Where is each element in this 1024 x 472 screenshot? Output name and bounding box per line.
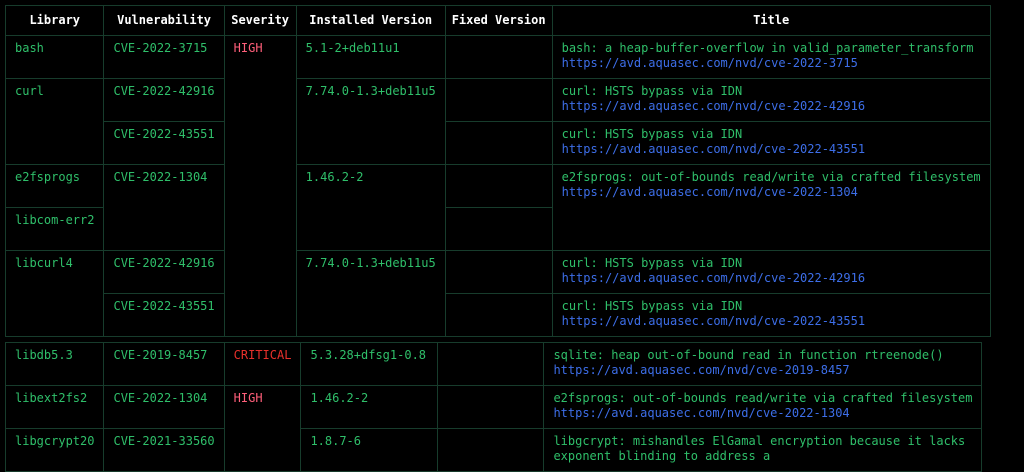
library-cell: libgcrypt20	[4, 428, 105, 472]
title-text: curl: HSTS bypass via IDN	[561, 84, 743, 98]
fixed-version-cell	[444, 293, 553, 337]
severity-cell: HIGH	[223, 35, 297, 337]
cve-link[interactable]: https://avd.aquasec.com/nvd/cve-2022-429…	[562, 99, 981, 114]
fixed-version-cell	[444, 164, 553, 208]
vulnerability-cell: CVE-2022-1304	[103, 385, 225, 429]
cve-link[interactable]: https://avd.aquasec.com/nvd/cve-2022-435…	[562, 142, 981, 157]
installed-version-cell: 7.74.0-1.3+deb11u5	[295, 250, 446, 337]
table-header-row: Library Vulnerability Severity Installed…	[4, 5, 991, 36]
fixed-version-cell	[444, 250, 553, 294]
installed-version-cell: 5.1-2+deb11u1	[295, 35, 446, 79]
library-cell: e2fsprogs	[4, 164, 105, 208]
fixed-version-cell	[444, 207, 553, 251]
header-severity[interactable]: Severity	[223, 5, 297, 36]
vulnerability-cell: CVE-2022-1304	[103, 164, 225, 251]
library-cell: curl	[4, 78, 105, 165]
vulnerability-cell: CVE-2022-3715	[103, 35, 225, 79]
title-text: bash: a heap-buffer-overflow in valid_pa…	[561, 41, 974, 55]
vulnerability-cell: CVE-2022-42916	[103, 78, 225, 122]
title-text: curl: HSTS bypass via IDN	[561, 299, 743, 313]
cve-link[interactable]: https://avd.aquasec.com/nvd/cve-2022-429…	[562, 271, 981, 286]
title-cell: curl: HSTS bypass via IDN https://avd.aq…	[551, 293, 991, 337]
vulnerability-table: Library Vulnerability Severity Installed…	[4, 5, 991, 337]
fixed-version-cell	[437, 342, 545, 386]
library-cell: libcom-err2	[4, 207, 105, 251]
title-text: sqlite: heap out-of-bound read in functi…	[553, 348, 944, 362]
title-cell: curl: HSTS bypass via IDN https://avd.aq…	[551, 78, 991, 122]
installed-version-cell: 7.74.0-1.3+deb11u5	[295, 78, 446, 165]
header-vulnerability[interactable]: Vulnerability	[103, 5, 225, 36]
header-fixed-version[interactable]: Fixed Version	[444, 5, 553, 36]
table-row: libdb5.3 CVE-2019-8457 CRITICAL 5.3.28+d…	[4, 342, 983, 386]
vulnerability-cell: CVE-2022-42916	[103, 250, 225, 294]
library-cell: libdb5.3	[4, 342, 105, 386]
severity-cell: HIGH	[223, 385, 302, 472]
table-row: libcurl4 CVE-2022-42916 7.74.0-1.3+deb11…	[4, 250, 991, 337]
vulnerability-cell: CVE-2019-8457	[103, 342, 225, 386]
table-row: CVE-2022-43551 curl: HSTS bypass via IDN…	[6, 293, 991, 337]
table-row: bash CVE-2022-3715 HIGH 5.1-2+deb11u1 ba…	[4, 35, 991, 337]
library-cell: libcurl4	[4, 250, 105, 337]
table-row: e2fsprogs CVE-2022-1304 1.46.2-2 e2fspro…	[4, 164, 991, 251]
vulnerability-cell: CVE-2021-33560	[103, 428, 225, 472]
vulnerability-cell: CVE-2022-43551	[103, 121, 225, 165]
title-cell: libgcrypt: mishandles ElGamal encryption…	[543, 428, 983, 472]
library-cell: libext2fs2	[4, 385, 105, 429]
vulnerability-table-continued: libdb5.3 CVE-2019-8457 CRITICAL 5.3.28+d…	[4, 342, 983, 472]
cve-link[interactable]: https://avd.aquasec.com/nvd/cve-2019-845…	[553, 363, 972, 378]
title-cell: bash: a heap-buffer-overflow in valid_pa…	[551, 35, 991, 79]
fixed-version-cell	[444, 121, 553, 165]
fixed-version-cell	[437, 428, 545, 472]
vulnerability-cell: CVE-2022-43551	[103, 293, 225, 337]
cve-link[interactable]: https://avd.aquasec.com/nvd/cve-2022-371…	[562, 56, 981, 71]
header-library[interactable]: Library	[4, 5, 105, 36]
cve-link[interactable]: https://avd.aquasec.com/nvd/cve-2022-435…	[562, 314, 981, 329]
title-text: e2fsprogs: out-of-bounds read/write via …	[561, 170, 981, 184]
title-cell: e2fsprogs: out-of-bounds read/write via …	[543, 385, 983, 429]
header-title[interactable]: Title	[551, 5, 991, 36]
fixed-version-cell	[437, 385, 545, 429]
fixed-version-cell	[444, 78, 553, 122]
header-installed-version[interactable]: Installed Version	[295, 5, 446, 36]
title-text: e2fsprogs: out-of-bounds read/write via …	[553, 391, 973, 405]
table-row: CVE-2022-43551 curl: HSTS bypass via IDN…	[6, 121, 991, 165]
title-cell: sqlite: heap out-of-bound read in functi…	[543, 342, 983, 386]
title-cell: curl: HSTS bypass via IDN https://avd.aq…	[551, 121, 991, 165]
cve-link[interactable]: https://avd.aquasec.com/nvd/cve-2022-130…	[553, 406, 972, 421]
table-row: libext2fs2 CVE-2022-1304 HIGH 1.46.2-2 e…	[4, 385, 983, 472]
title-text: libgcrypt: mishandles ElGamal encryption…	[553, 434, 966, 448]
installed-version-cell: 5.3.28+dfsg1-0.8	[300, 342, 439, 386]
title-cell: curl: HSTS bypass via IDN https://avd.aq…	[551, 250, 991, 294]
table-row: curl CVE-2022-42916 7.74.0-1.3+deb11u5 c…	[4, 78, 991, 165]
installed-version-cell: 1.46.2-2	[300, 385, 439, 429]
table-row: libgcrypt20 CVE-2021-33560 1.8.7-6 libgc…	[4, 428, 983, 472]
severity-cell: CRITICAL	[223, 342, 302, 386]
cve-link[interactable]: https://avd.aquasec.com/nvd/cve-2022-130…	[562, 185, 981, 200]
title-cell: e2fsprogs: out-of-bounds read/write via …	[551, 164, 991, 251]
fixed-version-cell	[444, 35, 553, 79]
installed-version-cell: 1.8.7-6	[300, 428, 439, 472]
title-text: curl: HSTS bypass via IDN	[561, 127, 743, 141]
title-text: curl: HSTS bypass via IDN	[561, 256, 743, 270]
installed-version-cell: 1.46.2-2	[295, 164, 446, 251]
library-cell: bash	[4, 35, 105, 79]
